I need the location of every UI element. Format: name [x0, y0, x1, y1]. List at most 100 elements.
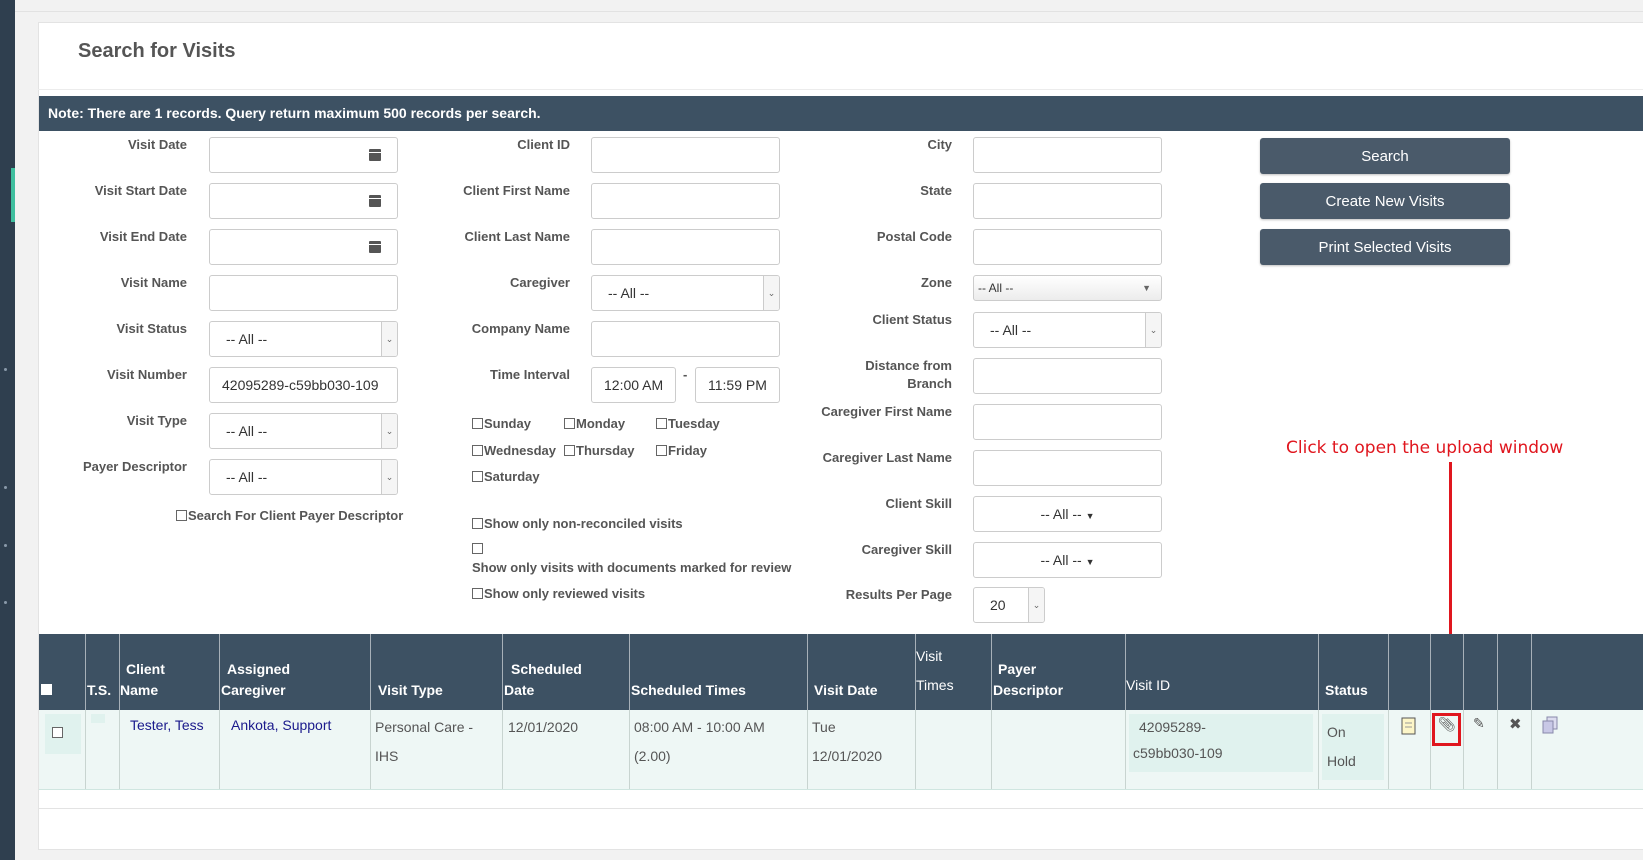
- reviewed-row[interactable]: Show only reviewed visits: [472, 586, 645, 602]
- day-tuesday[interactable]: Tuesday: [656, 416, 720, 432]
- payer-descriptor-select[interactable]: -- All -- ⌄: [209, 459, 398, 495]
- client-skill-dropdown[interactable]: -- All -- ▼: [973, 496, 1162, 532]
- client-payer-checkbox-row[interactable]: Search For Client Payer Descriptor: [176, 508, 403, 524]
- client-name-link[interactable]: Tester, Tess: [130, 715, 204, 735]
- caregiver-skill-value: -- All --: [1040, 552, 1082, 568]
- reviewed-checkbox[interactable]: [472, 588, 483, 599]
- city-input[interactable]: [973, 137, 1162, 173]
- day-monday[interactable]: Monday: [564, 416, 625, 432]
- visit-end-date-input[interactable]: [209, 229, 398, 265]
- chevron-down-icon[interactable]: ⌄: [381, 414, 397, 448]
- time-end-input[interactable]: 11:59 PM: [695, 367, 780, 403]
- day-checkbox[interactable]: [472, 471, 483, 482]
- header-client-line1[interactable]: Client: [126, 659, 165, 680]
- row-divider: [1430, 710, 1431, 789]
- visit-status-select[interactable]: -- All -- ⌄: [209, 321, 398, 357]
- non-reconciled-row[interactable]: Show only non-reconciled visits: [472, 516, 683, 532]
- row-divider: [119, 710, 120, 789]
- delete-icon[interactable]: ✖: [1509, 715, 1522, 733]
- non-reconciled-checkbox[interactable]: [472, 518, 483, 529]
- caregiver-first-name-label: Caregiver First Name: [821, 404, 952, 419]
- results-per-page-select[interactable]: 20 ⌄: [973, 587, 1045, 623]
- day-wednesday[interactable]: Wednesday: [472, 443, 556, 459]
- header-sched-date-line2[interactable]: Date: [504, 680, 534, 701]
- client-payer-checkbox[interactable]: [176, 510, 187, 521]
- row-divider: [629, 710, 630, 789]
- visit-type-select[interactable]: -- All -- ⌄: [209, 413, 398, 449]
- header-divider: [629, 634, 630, 710]
- client-status-select[interactable]: -- All -- ⌄: [973, 312, 1162, 348]
- zone-select[interactable]: -- All -- ▼: [973, 275, 1162, 301]
- state-input[interactable]: [973, 183, 1162, 219]
- header-payer-line1[interactable]: Payer: [998, 659, 1036, 680]
- day-sunday[interactable]: Sunday: [472, 416, 531, 432]
- caregiver-first-name-input[interactable]: [973, 404, 1162, 440]
- client-id-input[interactable]: [591, 137, 780, 173]
- chevron-down-icon[interactable]: ⌄: [1145, 313, 1161, 347]
- header-sched-times[interactable]: Scheduled Times: [631, 680, 746, 701]
- day-friday[interactable]: Friday: [656, 443, 707, 459]
- select-all-checkbox[interactable]: [41, 684, 52, 695]
- chevron-down-icon[interactable]: ⌄: [381, 322, 397, 356]
- edit-icon[interactable]: ✎: [1473, 715, 1485, 732]
- chevron-down-icon[interactable]: ⌄: [1028, 588, 1044, 622]
- print-selected-visits-button[interactable]: Print Selected Visits: [1260, 229, 1510, 265]
- header-visit-date[interactable]: Visit Date: [814, 680, 878, 701]
- postal-code-input[interactable]: [973, 229, 1162, 265]
- header-divider: [1318, 634, 1319, 710]
- caret-down-icon[interactable]: ▼: [1142, 276, 1151, 300]
- header-ts[interactable]: T.S.: [87, 680, 111, 701]
- company-name-input[interactable]: [591, 321, 780, 357]
- day-label: Tuesday: [668, 416, 720, 431]
- copy-icon[interactable]: [1542, 716, 1558, 734]
- day-checkbox[interactable]: [564, 445, 575, 456]
- calendar-icon[interactable]: [369, 241, 381, 253]
- client-last-name-input[interactable]: [591, 229, 780, 265]
- header-visit-type[interactable]: Visit Type: [378, 680, 443, 701]
- caregiver-name-link[interactable]: Ankota, Support: [231, 715, 331, 735]
- time-start-input[interactable]: 12:00 AM: [591, 367, 676, 403]
- docs-review-row[interactable]: [472, 541, 484, 557]
- row-select-checkbox[interactable]: [52, 727, 63, 738]
- day-checkbox[interactable]: [472, 445, 483, 456]
- header-divider: [502, 634, 503, 710]
- sidebar-dot: [4, 486, 7, 489]
- title-divider: [38, 89, 1643, 90]
- day-checkbox[interactable]: [656, 418, 667, 429]
- calendar-icon[interactable]: [369, 195, 381, 207]
- sched-date-cell: 12/01/2020: [508, 719, 579, 735]
- caregiver-skill-dropdown[interactable]: -- All -- ▼: [973, 542, 1162, 578]
- day-label: Friday: [668, 443, 708, 458]
- visit-name-label: Visit Name: [120, 275, 187, 290]
- day-checkbox[interactable]: [564, 418, 575, 429]
- day-thursday[interactable]: Thursday: [564, 443, 635, 459]
- header-status[interactable]: Status: [1325, 680, 1368, 701]
- notes-icon[interactable]: [1400, 716, 1418, 736]
- day-saturday[interactable]: Saturday: [472, 469, 540, 485]
- day-checkbox[interactable]: [656, 445, 667, 456]
- chevron-down-icon[interactable]: ⌄: [763, 276, 779, 310]
- header-client-line2[interactable]: Name: [120, 680, 158, 701]
- header-sched-date-line1[interactable]: Scheduled: [511, 659, 582, 680]
- create-new-visits-button[interactable]: Create New Visits: [1260, 183, 1510, 219]
- chevron-down-icon[interactable]: ⌄: [381, 460, 397, 494]
- client-first-name-input[interactable]: [591, 183, 780, 219]
- row-divider: [915, 710, 916, 789]
- visit-id-line2: c59bb030-109: [1133, 745, 1223, 761]
- search-button[interactable]: Search: [1260, 138, 1510, 174]
- visit-id-cell: 42095289- c59bb030-109: [1133, 714, 1223, 766]
- caregiver-select[interactable]: -- All -- ⌄: [591, 275, 780, 311]
- docs-review-checkbox[interactable]: [472, 543, 483, 554]
- visit-date-input[interactable]: [209, 137, 398, 173]
- visit-number-input[interactable]: 42095289-c59bb030-109: [209, 367, 398, 403]
- header-caregiver-line1[interactable]: Assigned: [227, 659, 290, 680]
- visit-start-date-input[interactable]: [209, 183, 398, 219]
- header-payer-line2[interactable]: Descriptor: [993, 680, 1063, 701]
- distance-from-branch-input[interactable]: [973, 358, 1162, 394]
- caregiver-last-name-input[interactable]: [973, 450, 1162, 486]
- visit-name-input[interactable]: [209, 275, 398, 311]
- header-caregiver-line2[interactable]: Caregiver: [221, 680, 286, 701]
- day-checkbox[interactable]: [472, 418, 483, 429]
- calendar-icon[interactable]: [369, 149, 381, 161]
- caregiver-skill-label: Caregiver Skill: [861, 542, 952, 557]
